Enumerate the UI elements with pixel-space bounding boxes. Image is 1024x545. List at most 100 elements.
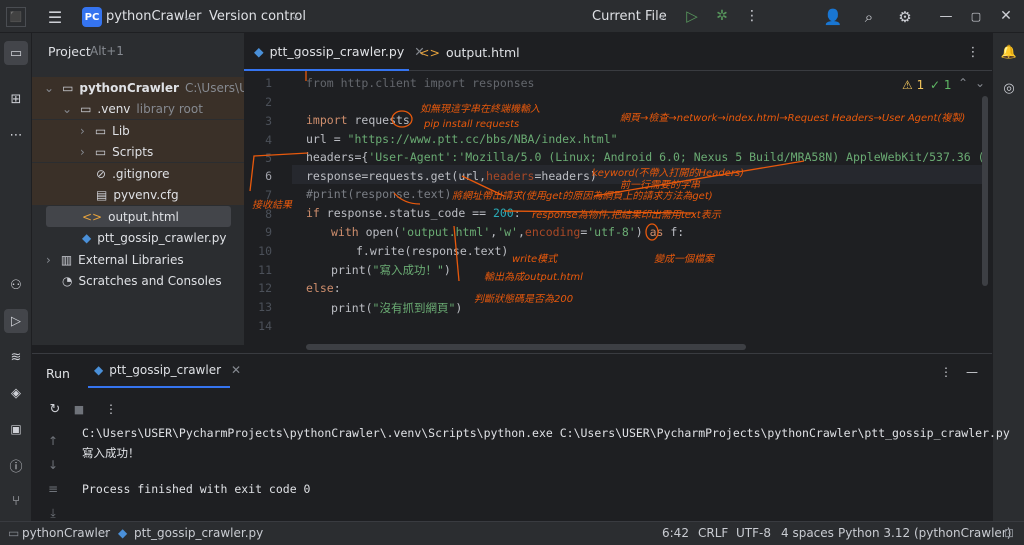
- horizontal-scrollbar[interactable]: [306, 344, 746, 350]
- python-file-icon: ◆: [82, 230, 92, 245]
- folder-icon: ▭: [80, 101, 92, 116]
- cursor-position[interactable]: 6:42: [662, 526, 689, 540]
- file-icon: ▤: [96, 187, 108, 202]
- restore-icon[interactable]: ▢: [966, 6, 986, 26]
- tree-item-venv[interactable]: ⌄ ▭ .venv library root: [32, 98, 244, 119]
- ai-assistant-icon[interactable]: ◎: [998, 77, 1020, 99]
- tree-item-scratches[interactable]: ◔ Scratches and Consoles: [32, 270, 244, 291]
- chevron-down-icon: ⌄: [44, 80, 55, 95]
- soft-wrap-icon[interactable]: ≡: [44, 480, 62, 498]
- run-panel-title[interactable]: Run: [46, 366, 70, 381]
- tab-ptt-gossip-crawler[interactable]: ◆ ptt_gossip_crawler.py ✕: [244, 33, 425, 71]
- chevron-down-icon: ⌄: [656, 9, 667, 24]
- tab-output-html[interactable]: <> output.html: [419, 33, 529, 71]
- search-icon[interactable]: ⌕: [858, 6, 880, 28]
- annotation-note: 變成一個檔案: [654, 254, 714, 265]
- close-icon[interactable]: ✕: [996, 6, 1016, 26]
- editor-tabs: ◆ ptt_gossip_crawler.py ✕ <> output.html…: [244, 33, 992, 71]
- html-file-icon: <>: [82, 209, 103, 224]
- tree-item-pythoncrawler[interactable]: ⌄ ▭ pythonCrawler C:\Users\USER\P: [32, 77, 244, 98]
- file-encoding[interactable]: UTF-8: [736, 526, 771, 540]
- project-panel-shortcut: Alt+1: [90, 44, 124, 58]
- annotation-note: pip install requests: [424, 119, 520, 130]
- minimize-icon[interactable]: —: [936, 6, 956, 26]
- python-interpreter[interactable]: Python 3.12 (pythonCrawler): [838, 526, 1011, 540]
- structure-icon[interactable]: ⊞: [4, 87, 28, 111]
- add-user-icon[interactable]: 👤: [822, 6, 844, 28]
- breadcrumb-file[interactable]: ptt_gossip_crawler.py: [134, 526, 263, 540]
- arrow-down-icon[interactable]: ↓: [44, 456, 62, 474]
- tree-item-scripts[interactable]: › ▭ Scripts: [32, 141, 244, 162]
- more-actions-icon[interactable]: ⋮: [742, 6, 762, 26]
- indent-setting[interactable]: 4 spaces: [781, 526, 834, 540]
- annotation-note: 將網址帶出請求(使用get的原因為網頁上的請求方法為get): [452, 191, 713, 202]
- project-folder-icon[interactable]: ▭: [4, 41, 28, 65]
- chevron-down-icon: ⌄: [290, 9, 301, 24]
- chevron-right-icon: ›: [80, 123, 85, 138]
- folder-icon: ▭: [8, 526, 20, 540]
- console-line: Process finished with exit code 0: [82, 482, 311, 496]
- console-line: C:\Users\USER\PycharmProjects\pythonCraw…: [82, 426, 1010, 440]
- folder-icon: ▭: [62, 80, 74, 95]
- folder-icon: ▭: [94, 144, 107, 159]
- annotation-note: response為物件,把結果印出需用text表示: [532, 210, 721, 221]
- annotation-note: 判斷狀態碼是否為200: [474, 294, 574, 305]
- chevron-right-icon: ›: [104, 526, 109, 540]
- close-icon[interactable]: ✕: [231, 363, 241, 377]
- project-panel: Project Alt+1 ⌄ ▭ pythonCrawler C:\Users…: [32, 33, 244, 345]
- debug-icon[interactable]: ✲: [712, 6, 732, 26]
- main-menu-icon[interactable]: ☰: [44, 6, 66, 28]
- tree-item-ptt-gossip-crawler[interactable]: ◆ ptt_gossip_crawler.py: [32, 227, 244, 248]
- jetbrains-logo-icon: ⬛: [6, 7, 26, 27]
- chevron-down-icon: ⌄: [182, 9, 193, 24]
- chevron-right-icon: ›: [80, 144, 85, 159]
- annotation-note: 如無現這字串在終端機輸入: [420, 104, 540, 115]
- chevron-right-icon: ›: [46, 252, 51, 267]
- stop-icon[interactable]: ■: [70, 400, 88, 418]
- python-packages-icon[interactable]: ⚇: [4, 273, 28, 297]
- console-line: 寫入成功！: [82, 446, 140, 460]
- status-bar: ▭ pythonCrawler › ◆ ptt_gossip_crawler.p…: [0, 521, 1024, 545]
- annotation-note: write模式: [512, 254, 558, 265]
- vertical-scrollbar[interactable]: [982, 96, 988, 286]
- tree-item-external-libraries[interactable]: › ▥ External Libraries: [32, 249, 244, 270]
- arrow-up-icon[interactable]: ↑: [44, 432, 62, 450]
- services-icon[interactable]: ◈: [4, 381, 28, 405]
- git-icon[interactable]: ⑂: [4, 489, 28, 513]
- run-tool-icon[interactable]: ▷: [4, 309, 28, 333]
- python-file-icon: ◆: [94, 363, 104, 377]
- terminal-icon[interactable]: ▣: [4, 417, 28, 441]
- rerun-icon[interactable]: ↻: [46, 400, 64, 418]
- library-icon: ▥: [60, 252, 73, 267]
- panel-options-icon[interactable]: ⋮: [938, 364, 954, 380]
- tree-item-output-html[interactable]: <> output.html: [46, 206, 231, 227]
- run-icon[interactable]: ▷: [682, 6, 702, 26]
- run-tab[interactable]: ◆ ptt_gossip_crawler ✕: [88, 354, 241, 388]
- settings-icon[interactable]: ⚙: [894, 6, 916, 28]
- right-tool-strip: 🔔 ◎: [992, 33, 1024, 521]
- title-bar: ⬛ ☰ PC pythonCrawler ⌄ Version control ⌄…: [0, 0, 1024, 33]
- lock-icon[interactable]: ⊡: [1004, 526, 1014, 540]
- tab-options-icon[interactable]: ⋮: [964, 43, 982, 61]
- tree-item-gitignore[interactable]: ⊘ .gitignore: [32, 163, 244, 184]
- folder-icon: ▭: [94, 123, 107, 138]
- project-panel-title[interactable]: Project: [48, 44, 91, 59]
- line-separator[interactable]: CRLF: [698, 526, 728, 540]
- layers-icon[interactable]: ≋: [4, 345, 28, 369]
- ignore-file-icon: ⊘: [96, 166, 107, 181]
- annotation-note: 網頁→檢查→network→index.html→Request Headers…: [620, 113, 966, 124]
- python-file-icon: ◆: [118, 526, 128, 540]
- problems-icon[interactable]: ⓘ: [4, 453, 28, 477]
- project-badge: PC: [82, 7, 102, 27]
- left-tool-strip: ▭ ⊞ ⋯ ⚇ ▷ ≋ ◈ ▣ ⓘ ⑂: [0, 33, 32, 521]
- more-tools-icon[interactable]: ⋯: [4, 123, 28, 147]
- scratches-icon: ◔: [62, 273, 73, 288]
- notifications-icon[interactable]: 🔔: [998, 41, 1020, 63]
- more-options-icon[interactable]: ⋮: [102, 400, 120, 418]
- hide-panel-icon[interactable]: —: [964, 364, 980, 380]
- tree-item-lib[interactable]: › ▭ Lib: [32, 120, 244, 141]
- tree-item-pyvenv-cfg[interactable]: ▤ pyvenv.cfg: [32, 184, 244, 205]
- scroll-to-end-icon[interactable]: ⤓: [44, 504, 62, 522]
- breadcrumb-project[interactable]: pythonCrawler: [22, 526, 110, 540]
- python-file-icon: ◆: [254, 43, 264, 59]
